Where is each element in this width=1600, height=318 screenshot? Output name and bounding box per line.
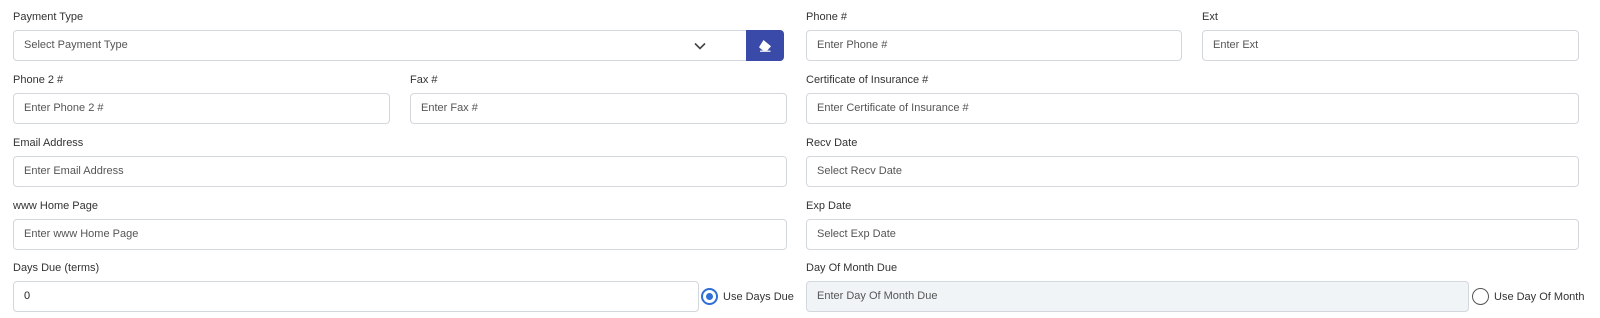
fax-label: Fax # bbox=[410, 74, 438, 86]
phone2-placeholder: Enter Phone 2 # bbox=[24, 102, 104, 114]
email-placeholder: Enter Email Address bbox=[24, 165, 124, 177]
phone2-label: Phone 2 # bbox=[13, 74, 64, 86]
fax-input[interactable]: Enter Fax # bbox=[410, 93, 787, 124]
payment-type-label: Payment Type bbox=[13, 11, 84, 23]
exp-date-input[interactable]: Select Exp Date bbox=[806, 219, 1579, 250]
day-of-month-due-input[interactable]: Enter Day Of Month Due bbox=[806, 281, 1469, 312]
exp-date-label: Exp Date bbox=[806, 200, 852, 212]
day-of-month-due-label: Day Of Month Due bbox=[806, 262, 898, 274]
use-day-of-month-label[interactable]: Use Day Of Month bbox=[1494, 290, 1584, 304]
home-page-input[interactable]: Enter www Home Page bbox=[13, 219, 787, 250]
eraser-icon bbox=[759, 40, 771, 52]
recv-date-label: Recv Date bbox=[806, 137, 858, 149]
email-label: Email Address bbox=[13, 137, 84, 149]
ext-input[interactable]: Enter Ext bbox=[1202, 30, 1579, 61]
days-due-input[interactable]: 0 bbox=[13, 281, 699, 312]
home-page-placeholder: Enter www Home Page bbox=[24, 228, 139, 240]
phone-placeholder: Enter Phone # bbox=[817, 39, 888, 51]
days-due-label: Days Due (terms) bbox=[13, 262, 100, 274]
certificate-input[interactable]: Enter Certificate of Insurance # bbox=[806, 93, 1579, 124]
use-days-due-radio[interactable] bbox=[701, 288, 718, 305]
certificate-label: Certificate of Insurance # bbox=[806, 74, 929, 86]
fax-placeholder: Enter Fax # bbox=[421, 102, 478, 114]
recv-date-placeholder: Select Recv Date bbox=[817, 165, 902, 177]
use-day-of-month-radio[interactable] bbox=[1472, 288, 1489, 305]
ext-label: Ext bbox=[1202, 11, 1218, 23]
phone-input[interactable]: Enter Phone # bbox=[806, 30, 1182, 61]
chevron-down-icon bbox=[694, 42, 706, 50]
use-days-due-label[interactable]: Use Days Due bbox=[723, 290, 794, 304]
email-input[interactable]: Enter Email Address bbox=[13, 156, 787, 187]
day-of-month-due-placeholder: Enter Day Of Month Due bbox=[817, 290, 938, 302]
phone2-input[interactable]: Enter Phone 2 # bbox=[13, 93, 390, 124]
exp-date-placeholder: Select Exp Date bbox=[817, 228, 896, 240]
clear-payment-type-button[interactable] bbox=[746, 30, 784, 61]
payment-type-select[interactable]: Select Payment Type bbox=[13, 30, 747, 61]
certificate-placeholder: Enter Certificate of Insurance # bbox=[817, 102, 969, 114]
payment-type-placeholder: Select Payment Type bbox=[24, 39, 128, 51]
recv-date-input[interactable]: Select Recv Date bbox=[806, 156, 1579, 187]
days-due-value: 0 bbox=[24, 290, 31, 302]
ext-placeholder: Enter Ext bbox=[1213, 39, 1259, 51]
home-page-label: www Home Page bbox=[13, 200, 98, 212]
phone-label: Phone # bbox=[806, 11, 847, 23]
